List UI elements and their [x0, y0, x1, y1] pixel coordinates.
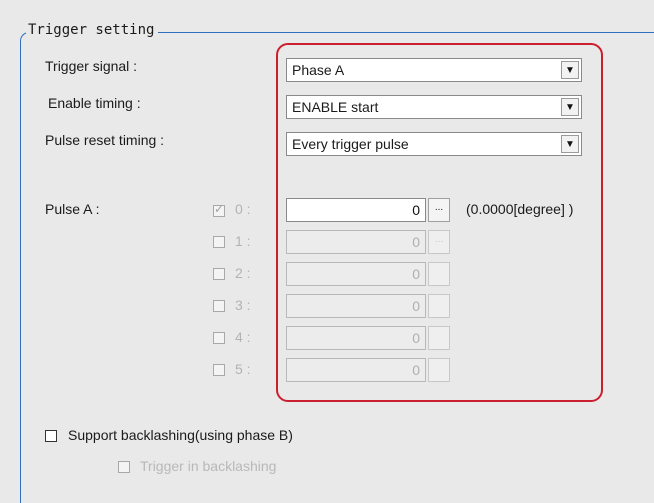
pulse-3-checkbox[interactable] [213, 300, 225, 312]
pulse-reset-timing-label: Pulse reset timing : [45, 132, 165, 148]
group-title: Trigger setting [26, 22, 159, 38]
pulse-2-browse-button[interactable] [428, 262, 450, 286]
support-backlashing-label: Support backlashing(using phase B) [68, 427, 293, 443]
chevron-down-icon[interactable]: ▼ [561, 135, 579, 153]
pulse-3-value: 0 [412, 298, 420, 314]
pulse-1-index-label: 1 : [235, 233, 251, 249]
pulse-5-checkbox[interactable] [213, 364, 225, 376]
pulse-5-browse-button[interactable] [428, 358, 450, 382]
chevron-down-icon[interactable]: ▼ [561, 61, 579, 79]
enable-timing-value: ENABLE start [292, 99, 379, 115]
pulse-1-checkbox[interactable] [213, 236, 225, 248]
pulse-3-index-label: 3 : [235, 297, 251, 313]
pulse-2-index-label: 2 : [235, 265, 251, 281]
trigger-in-backlashing-label: Trigger in backlashing [140, 458, 277, 474]
pulse-0-value: 0 [412, 202, 420, 218]
pulse-5-input[interactable]: 0 [286, 358, 426, 382]
enable-timing-label: Enable timing : [48, 95, 141, 111]
pulse-5-index-label: 5 : [235, 361, 251, 377]
pulse-4-checkbox[interactable] [213, 332, 225, 344]
trigger-signal-value: Phase A [292, 62, 345, 78]
pulse-4-input[interactable]: 0 [286, 326, 426, 350]
enable-timing-select[interactable]: ENABLE start ▼ [286, 95, 582, 119]
pulse-reset-timing-value: Every trigger pulse [292, 136, 409, 152]
pulse-a-label: Pulse A : [45, 201, 100, 217]
pulse-2-checkbox[interactable] [213, 268, 225, 280]
support-backlashing-checkbox[interactable] [45, 430, 57, 442]
chevron-down-icon[interactable]: ▼ [561, 98, 579, 116]
trigger-signal-select[interactable]: Phase A ▼ [286, 58, 582, 82]
pulse-3-browse-button[interactable] [428, 294, 450, 318]
pulse-2-value: 0 [412, 266, 420, 282]
trigger-signal-label: Trigger signal : [45, 58, 138, 74]
pulse-2-input[interactable]: 0 [286, 262, 426, 286]
pulse-0-index-label: 0 : [235, 201, 251, 217]
pulse-5-value: 0 [412, 362, 420, 378]
pulse-3-input[interactable]: 0 [286, 294, 426, 318]
pulse-4-browse-button[interactable] [428, 326, 450, 350]
pulse-1-input[interactable]: 0 [286, 230, 426, 254]
pulse-0-checkbox[interactable] [213, 202, 225, 217]
degree-readout: (0.0000[degree] ) [466, 201, 574, 217]
trigger-in-backlashing-checkbox[interactable] [118, 461, 130, 473]
pulse-4-value: 0 [412, 330, 420, 346]
pulse-1-value: 0 [412, 234, 420, 250]
pulse-4-index-label: 4 : [235, 329, 251, 345]
pulse-1-browse-button[interactable]: ... [428, 230, 450, 254]
pulse-reset-timing-select[interactable]: Every trigger pulse ▼ [286, 132, 582, 156]
pulse-0-input[interactable]: 0 [286, 198, 426, 222]
top-strip [0, 0, 654, 20]
pulse-0-browse-button[interactable]: ... [428, 198, 450, 222]
